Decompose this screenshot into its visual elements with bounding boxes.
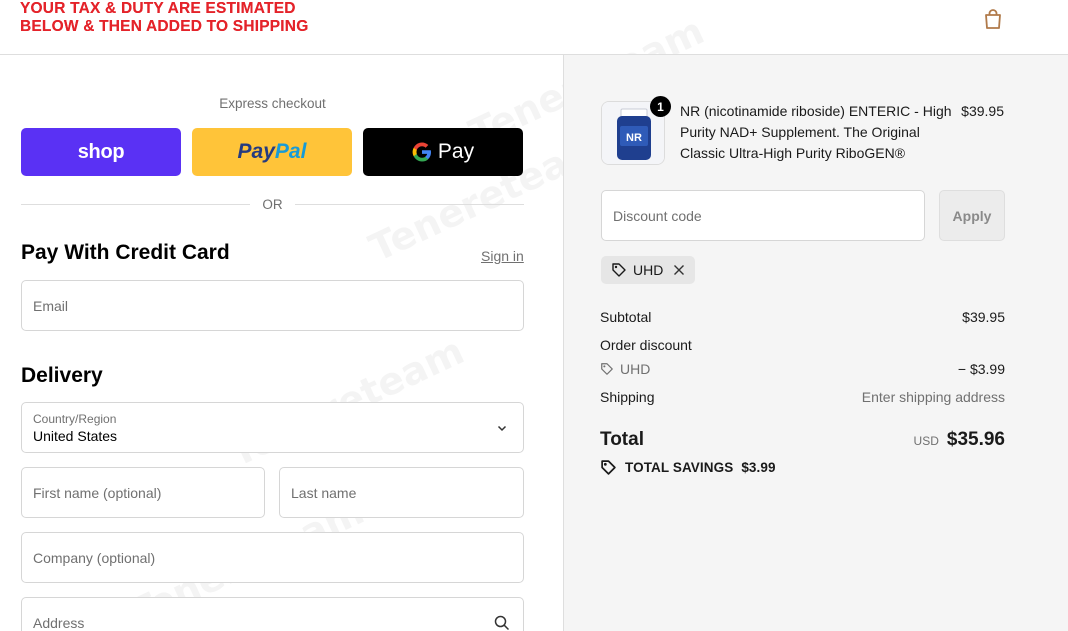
total-savings-label: TOTAL SAVINGS xyxy=(625,460,734,475)
total-currency: USD xyxy=(913,434,939,448)
shop-pay-button[interactable]: shop xyxy=(21,128,181,176)
email-field[interactable]: Email xyxy=(21,280,524,331)
google-pay-button[interactable]: Pay xyxy=(363,128,523,176)
paypal-logo-pal: Pal xyxy=(274,140,307,163)
google-g-icon xyxy=(412,142,431,162)
total-row: Total USD $35.96 xyxy=(600,429,1005,451)
discount-code-placeholder: Discount code xyxy=(613,208,702,224)
shipping-value: Enter shipping address xyxy=(861,389,1005,405)
delivery-heading: Delivery xyxy=(21,364,103,387)
shipping-label: Shipping xyxy=(600,389,655,405)
banner-line-1: YOUR TAX & DUTY ARE ESTIMATED xyxy=(20,0,296,17)
subtotal-value: $39.95 xyxy=(962,309,1005,325)
tag-icon xyxy=(601,363,613,375)
total-label: Total xyxy=(600,429,644,450)
country-region-label: Country/Region xyxy=(33,412,117,426)
tax-duty-banner: YOUR TAX & DUTY ARE ESTIMATED BELOW & TH… xyxy=(20,0,308,36)
remove-discount-button[interactable] xyxy=(673,264,685,276)
shopping-bag-icon xyxy=(985,9,1001,29)
email-placeholder: Email xyxy=(33,298,69,314)
address-placeholder: Address xyxy=(33,615,85,631)
discount-code-field[interactable]: Discount code xyxy=(601,190,925,241)
discount-code-row: UHD − $3.99 xyxy=(600,361,1005,377)
product-price: $39.95 xyxy=(961,103,1004,119)
discount-code-label: UHD xyxy=(620,361,651,377)
first-name-placeholder: First name (optional) xyxy=(33,485,162,501)
applied-discount-code: UHD xyxy=(633,262,664,278)
total-amount: $35.96 xyxy=(946,429,1005,450)
paypal-logo-pay: Pay xyxy=(237,140,275,163)
cart-button[interactable] xyxy=(980,6,1006,32)
banner-line-2: BELOW & THEN ADDED TO SHIPPING xyxy=(20,18,309,35)
shipping-row: Shipping Enter shipping address xyxy=(600,389,1005,405)
first-name-field[interactable]: First name (optional) xyxy=(21,467,265,518)
country-region-select[interactable]: Country/Region United States xyxy=(21,402,524,453)
shop-pay-logo: shop xyxy=(77,140,125,163)
last-name-field[interactable]: Last name xyxy=(279,467,524,518)
search-icon xyxy=(493,614,511,631)
sign-in-link[interactable]: Sign in xyxy=(481,248,524,264)
or-divider: OR xyxy=(21,196,524,212)
apply-discount-button[interactable]: Apply xyxy=(939,190,1005,241)
company-placeholder: Company (optional) xyxy=(33,550,156,566)
close-icon xyxy=(674,265,685,275)
chevron-down-icon xyxy=(493,419,511,437)
pay-with-credit-card-heading: Pay With Credit Card xyxy=(21,241,230,264)
subtotal-row: Subtotal $39.95 xyxy=(600,309,1005,325)
address-field[interactable]: Address xyxy=(21,597,524,631)
order-discount-row: Order discount xyxy=(600,337,1005,353)
google-pay-label: Pay xyxy=(437,140,475,163)
express-checkout-label: Express checkout xyxy=(219,96,326,111)
subtotal-label: Subtotal xyxy=(600,309,652,325)
paypal-button[interactable]: Pay Pal xyxy=(192,128,352,176)
total-savings: TOTAL SAVINGS $3.99 xyxy=(600,459,776,476)
applied-discount-chip: UHD xyxy=(601,256,696,284)
order-discount-label: Order discount xyxy=(600,337,692,353)
or-label: OR xyxy=(262,196,283,212)
product-name: NR (nicotinamide riboside) ENTERIC - Hig… xyxy=(680,103,952,161)
tag-icon xyxy=(601,460,616,475)
quantity-badge: 1 xyxy=(650,96,671,117)
product-thumb-label: NR xyxy=(626,132,642,144)
total-savings-value: $3.99 xyxy=(741,460,776,475)
discount-amount: − $3.99 xyxy=(957,361,1005,377)
company-field[interactable]: Company (optional) xyxy=(21,532,524,583)
tag-icon xyxy=(612,263,626,277)
country-region-value: United States xyxy=(33,428,118,444)
last-name-placeholder: Last name xyxy=(291,485,357,501)
